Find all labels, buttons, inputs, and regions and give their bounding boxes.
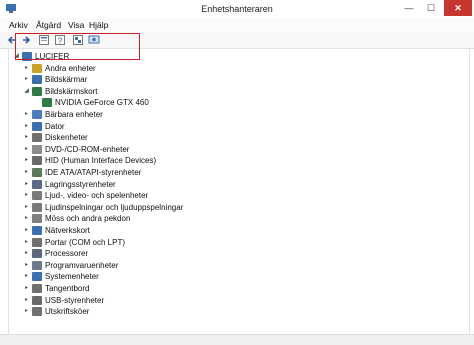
port-icon: [32, 237, 42, 247]
highlight-box: [15, 33, 140, 60]
tree-item-label: Bärbara enheter: [45, 110, 103, 119]
display-adapter-icon: [42, 98, 52, 108]
tree-item-label: Programvaruenheter: [45, 260, 119, 270]
usb-icon: [32, 295, 42, 305]
ide-controller-icon: [32, 168, 42, 177]
software-device-icon: [32, 260, 42, 270]
tree-item-label: Möss och andra pekdon: [45, 214, 131, 224]
expand-arrow-icon[interactable]: ▸: [23, 248, 30, 259]
tree-item-label: Utskriftsköer: [45, 307, 90, 317]
expand-arrow-icon[interactable]: ▸: [23, 121, 30, 132]
expand-arrow-icon[interactable]: ▸: [23, 283, 30, 294]
tree-item-label: Nätverkskort: [45, 226, 90, 235]
tree-item-label: Bildskärmskort: [45, 86, 98, 96]
tree-item-label: Dator: [45, 121, 65, 131]
disk-drive-icon: [32, 133, 42, 143]
network-adapter-icon: [32, 226, 42, 235]
question-icon: [32, 63, 42, 73]
title-bar: Enhetshanteraren — ☐ ✕: [0, 0, 474, 19]
minimize-button[interactable]: —: [398, 0, 420, 16]
tree-item-label: Portar (COM och LPT): [45, 237, 126, 247]
tree-item-label: IDE ATA/ATAPI-styrenheter: [45, 168, 142, 177]
storage-controller-icon: [32, 179, 42, 189]
tree-item-label: Ljudinspelningar och ljuduppspelningar: [45, 202, 184, 212]
system-device-icon: [32, 272, 42, 282]
status-bar: [0, 334, 474, 345]
tree-item-label: NVIDIA GeForce GTX 460: [55, 98, 149, 108]
tree-item-label: DVD-/CD-ROM-enheter: [45, 144, 130, 154]
expand-arrow-icon[interactable]: ▸: [23, 295, 30, 306]
display-adapter-icon: [32, 86, 42, 96]
expand-arrow-icon[interactable]: ▸: [23, 132, 30, 143]
menu-arkiv[interactable]: Arkiv: [9, 20, 28, 30]
tree-item-label: Tangentbord: [45, 284, 90, 293]
menu-bar: Arkiv Åtgärd Visa Hjälp: [0, 18, 474, 32]
tree-item-label: Lagringsstyrenheter: [45, 179, 116, 189]
tree-item-label: Systemenheter: [45, 272, 99, 282]
dvd-icon: [32, 144, 42, 154]
expand-arrow-icon[interactable]: ▸: [23, 109, 30, 120]
speaker-icon: [32, 202, 42, 212]
expand-arrow-icon[interactable]: ▸: [23, 306, 30, 317]
expand-arrow-icon[interactable]: ▸: [23, 167, 30, 178]
expand-arrow-icon[interactable]: ▸: [23, 63, 30, 74]
expand-arrow-icon[interactable]: ▸: [23, 237, 30, 248]
keyboard-icon: [32, 284, 42, 293]
device-tree: ◢ LUCIFER ▸ Andra enheter ▸ Bildskärmar ◢ Bilds…: [8, 48, 470, 336]
menu-atgard[interactable]: Åtgärd: [36, 20, 61, 30]
tree-item-label: USB-styrenheter: [45, 295, 105, 305]
hid-icon: [32, 156, 42, 166]
expand-arrow-icon[interactable]: ▸: [23, 74, 30, 85]
portable-device-icon: [32, 110, 42, 119]
expand-arrow-icon[interactable]: ▸: [23, 190, 30, 201]
expand-arrow-icon[interactable]: ▸: [23, 225, 30, 236]
sound-icon: [32, 191, 42, 201]
tree-item-label: Andra enheter: [45, 63, 96, 73]
expand-arrow-icon[interactable]: ▸: [23, 260, 30, 271]
computer-icon: [32, 121, 42, 131]
printer-icon: [32, 307, 42, 317]
close-button[interactable]: ✕: [444, 0, 472, 16]
tree-item-label: Diskenheter: [45, 133, 88, 143]
maximize-button[interactable]: ☐: [420, 0, 442, 16]
expand-arrow-icon[interactable]: ▸: [23, 155, 30, 166]
expand-arrow-icon[interactable]: ▸: [23, 213, 30, 224]
tree-item-label: Processorer: [45, 249, 89, 259]
tree-item-label: Ljud-, video- och spelenheter: [45, 191, 149, 201]
tree-item-label: HID (Human Interface Devices): [45, 156, 157, 166]
menu-hjalp[interactable]: Hjälp: [89, 20, 108, 30]
monitor-icon: [32, 75, 42, 85]
tree-item-label: Bildskärmar: [45, 75, 88, 85]
expand-arrow-icon[interactable]: ▸: [23, 179, 30, 190]
menu-visa[interactable]: Visa: [68, 20, 84, 30]
expand-arrow-icon[interactable]: ▸: [23, 202, 30, 213]
processor-icon: [32, 249, 42, 259]
expand-arrow-icon[interactable]: ▸: [23, 144, 30, 155]
mouse-icon: [32, 214, 42, 224]
expand-arrow-icon[interactable]: ▸: [23, 271, 30, 282]
collapse-arrow-icon[interactable]: ◢: [23, 86, 30, 97]
